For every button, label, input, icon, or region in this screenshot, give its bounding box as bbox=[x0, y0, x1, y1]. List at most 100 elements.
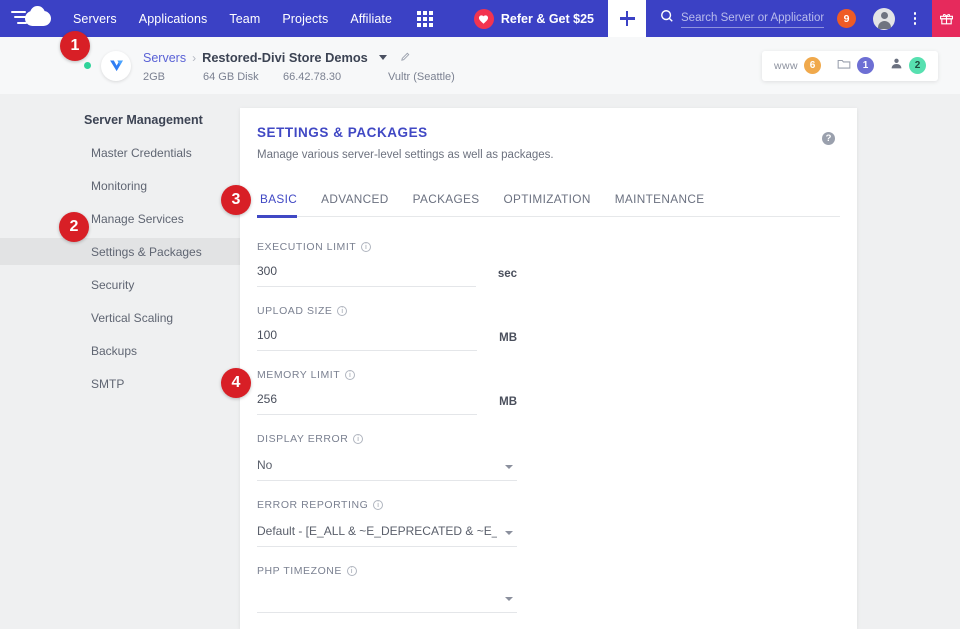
server-location: Vultr (Seattle) bbox=[388, 71, 455, 83]
server-disk: 64 GB Disk bbox=[203, 71, 283, 83]
counter-apps[interactable]: www 6 bbox=[774, 57, 821, 74]
field-label-execution-limit: EXECUTION LIMIT i bbox=[257, 241, 517, 253]
nav-link-affiliate[interactable]: Affiliate bbox=[339, 12, 403, 26]
tab-optimization[interactable]: OPTIMIZATION bbox=[493, 192, 600, 216]
sidebar-item-monitoring[interactable]: Monitoring bbox=[0, 172, 240, 199]
field-upload-size: UPLOAD SIZE i MB bbox=[257, 305, 517, 351]
sidebar-item-master-credentials[interactable]: Master Credentials bbox=[0, 139, 240, 166]
info-icon[interactable]: i bbox=[361, 242, 371, 252]
display-error-select[interactable] bbox=[257, 458, 517, 481]
tab-packages[interactable]: PACKAGES bbox=[403, 192, 490, 216]
server-info-bar: Servers › Restored-Divi Store Demos 2GB … bbox=[0, 37, 960, 94]
counter-folders-value: 1 bbox=[857, 57, 874, 74]
info-icon[interactable]: i bbox=[337, 306, 347, 316]
page-subtitle: Manage various server-level settings as … bbox=[240, 140, 857, 161]
breadcrumb-separator: › bbox=[192, 51, 196, 65]
nav-link-servers[interactable]: Servers bbox=[62, 12, 128, 26]
php-timezone-select[interactable] bbox=[257, 590, 517, 613]
server-counters-card: www 6 1 2 bbox=[762, 51, 938, 81]
error-reporting-select[interactable] bbox=[257, 524, 517, 547]
search-icon[interactable] bbox=[660, 9, 674, 28]
annotation-badge-3: 3 bbox=[221, 185, 251, 215]
upload-size-unit: MB bbox=[499, 332, 517, 351]
heart-icon bbox=[474, 9, 494, 29]
refer-and-get-button[interactable]: Refer & Get $25 bbox=[464, 9, 608, 29]
tab-maintenance[interactable]: MAINTENANCE bbox=[605, 192, 715, 216]
server-name: Restored-Divi Store Demos bbox=[202, 50, 368, 65]
cloudways-logo[interactable] bbox=[0, 8, 62, 30]
apps-grid-icon[interactable] bbox=[417, 11, 433, 27]
field-memory-limit: MEMORY LIMIT i MB bbox=[257, 369, 517, 415]
field-label-upload-size: UPLOAD SIZE i bbox=[257, 305, 517, 317]
notification-badge[interactable]: 9 bbox=[837, 9, 856, 28]
www-label: www bbox=[774, 60, 798, 72]
page-title: SETTINGS & PACKAGES bbox=[240, 108, 857, 140]
user-icon bbox=[890, 57, 903, 75]
settings-panel: SETTINGS & PACKAGES Manage various serve… bbox=[240, 108, 857, 629]
more-options-icon[interactable] bbox=[906, 0, 924, 37]
field-label-php-timezone: PHP TIMEZONE i bbox=[257, 565, 517, 577]
top-navigation-right: Refer & Get $25 9 bbox=[464, 0, 960, 37]
sidebar-item-backups[interactable]: Backups bbox=[0, 337, 240, 364]
main-nav-links: Servers Applications Team Projects Affil… bbox=[62, 11, 433, 27]
annotation-badge-2: 2 bbox=[59, 212, 89, 242]
breadcrumb-servers-link[interactable]: Servers bbox=[143, 51, 186, 65]
memory-limit-unit: MB bbox=[499, 396, 517, 415]
sidebar-item-label: SMTP bbox=[91, 377, 124, 391]
field-label-display-error: DISPLAY ERROR i bbox=[257, 433, 517, 445]
execution-limit-unit: sec bbox=[498, 268, 517, 287]
annotation-badge-1: 1 bbox=[60, 31, 90, 61]
sidebar-item-label: Backups bbox=[91, 344, 137, 358]
counter-folders[interactable]: 1 bbox=[837, 57, 874, 75]
top-navigation-bar: Servers Applications Team Projects Affil… bbox=[0, 0, 960, 37]
refer-label: Refer & Get $25 bbox=[501, 12, 594, 26]
sidebar: Server Management Master Credentials Mon… bbox=[0, 94, 240, 629]
vultr-logo bbox=[101, 51, 131, 81]
gift-icon[interactable] bbox=[932, 0, 960, 37]
sidebar-item-smtp[interactable]: SMTP bbox=[0, 370, 240, 397]
info-icon[interactable]: i bbox=[345, 370, 355, 380]
memory-limit-label-text: MEMORY LIMIT bbox=[257, 369, 340, 381]
sidebar-item-manage-services[interactable]: Manage Services bbox=[0, 205, 240, 232]
field-label-memory-limit: MEMORY LIMIT i bbox=[257, 369, 517, 381]
field-php-timezone: PHP TIMEZONE i bbox=[257, 565, 517, 613]
annotation-badge-4: 4 bbox=[221, 368, 251, 398]
memory-limit-input[interactable] bbox=[257, 392, 477, 415]
field-execution-limit: EXECUTION LIMIT i sec bbox=[257, 241, 517, 287]
nav-link-applications[interactable]: Applications bbox=[128, 12, 219, 26]
counter-users[interactable]: 2 bbox=[890, 57, 926, 75]
sidebar-item-label: Master Credentials bbox=[91, 146, 192, 160]
tab-bar: BASIC ADVANCED PACKAGES OPTIMIZATION MAI… bbox=[257, 192, 840, 217]
search-input[interactable] bbox=[681, 10, 824, 28]
info-icon[interactable]: i bbox=[353, 434, 363, 444]
avatar[interactable] bbox=[873, 8, 895, 30]
server-status-dot bbox=[84, 62, 91, 69]
field-error-reporting: ERROR REPORTING i bbox=[257, 499, 517, 547]
tab-basic[interactable]: BASIC bbox=[257, 192, 307, 216]
execution-limit-input[interactable] bbox=[257, 264, 476, 287]
tab-advanced[interactable]: ADVANCED bbox=[311, 192, 398, 216]
info-icon[interactable]: i bbox=[373, 500, 383, 510]
chevron-down-icon[interactable] bbox=[379, 55, 387, 60]
php-timezone-label-text: PHP TIMEZONE bbox=[257, 565, 342, 577]
edit-pencil-icon[interactable] bbox=[400, 49, 411, 67]
add-new-button[interactable] bbox=[608, 0, 646, 37]
breadcrumb: Servers › Restored-Divi Store Demos 2GB … bbox=[143, 49, 455, 83]
sidebar-item-vertical-scaling[interactable]: Vertical Scaling bbox=[0, 304, 240, 331]
search-area: 9 bbox=[646, 0, 932, 37]
sidebar-list: Master Credentials Monitoring Manage Ser… bbox=[0, 139, 240, 397]
settings-form: EXECUTION LIMIT i sec UPLOAD SIZE i MB bbox=[240, 217, 857, 613]
sidebar-item-security[interactable]: Security bbox=[0, 271, 240, 298]
sidebar-item-settings-and-packages[interactable]: Settings & Packages bbox=[0, 238, 240, 265]
sidebar-title: Server Management bbox=[0, 94, 240, 139]
sidebar-item-label: Manage Services bbox=[91, 212, 184, 226]
upload-size-input[interactable] bbox=[257, 328, 477, 351]
nav-link-projects[interactable]: Projects bbox=[271, 12, 339, 26]
folder-icon bbox=[837, 57, 851, 75]
sidebar-item-label: Vertical Scaling bbox=[91, 311, 173, 325]
nav-link-team[interactable]: Team bbox=[218, 12, 271, 26]
upload-size-label-text: UPLOAD SIZE bbox=[257, 305, 332, 317]
info-icon[interactable]: i bbox=[347, 566, 357, 576]
help-icon[interactable]: ? bbox=[822, 132, 835, 145]
counter-apps-value: 6 bbox=[804, 57, 821, 74]
